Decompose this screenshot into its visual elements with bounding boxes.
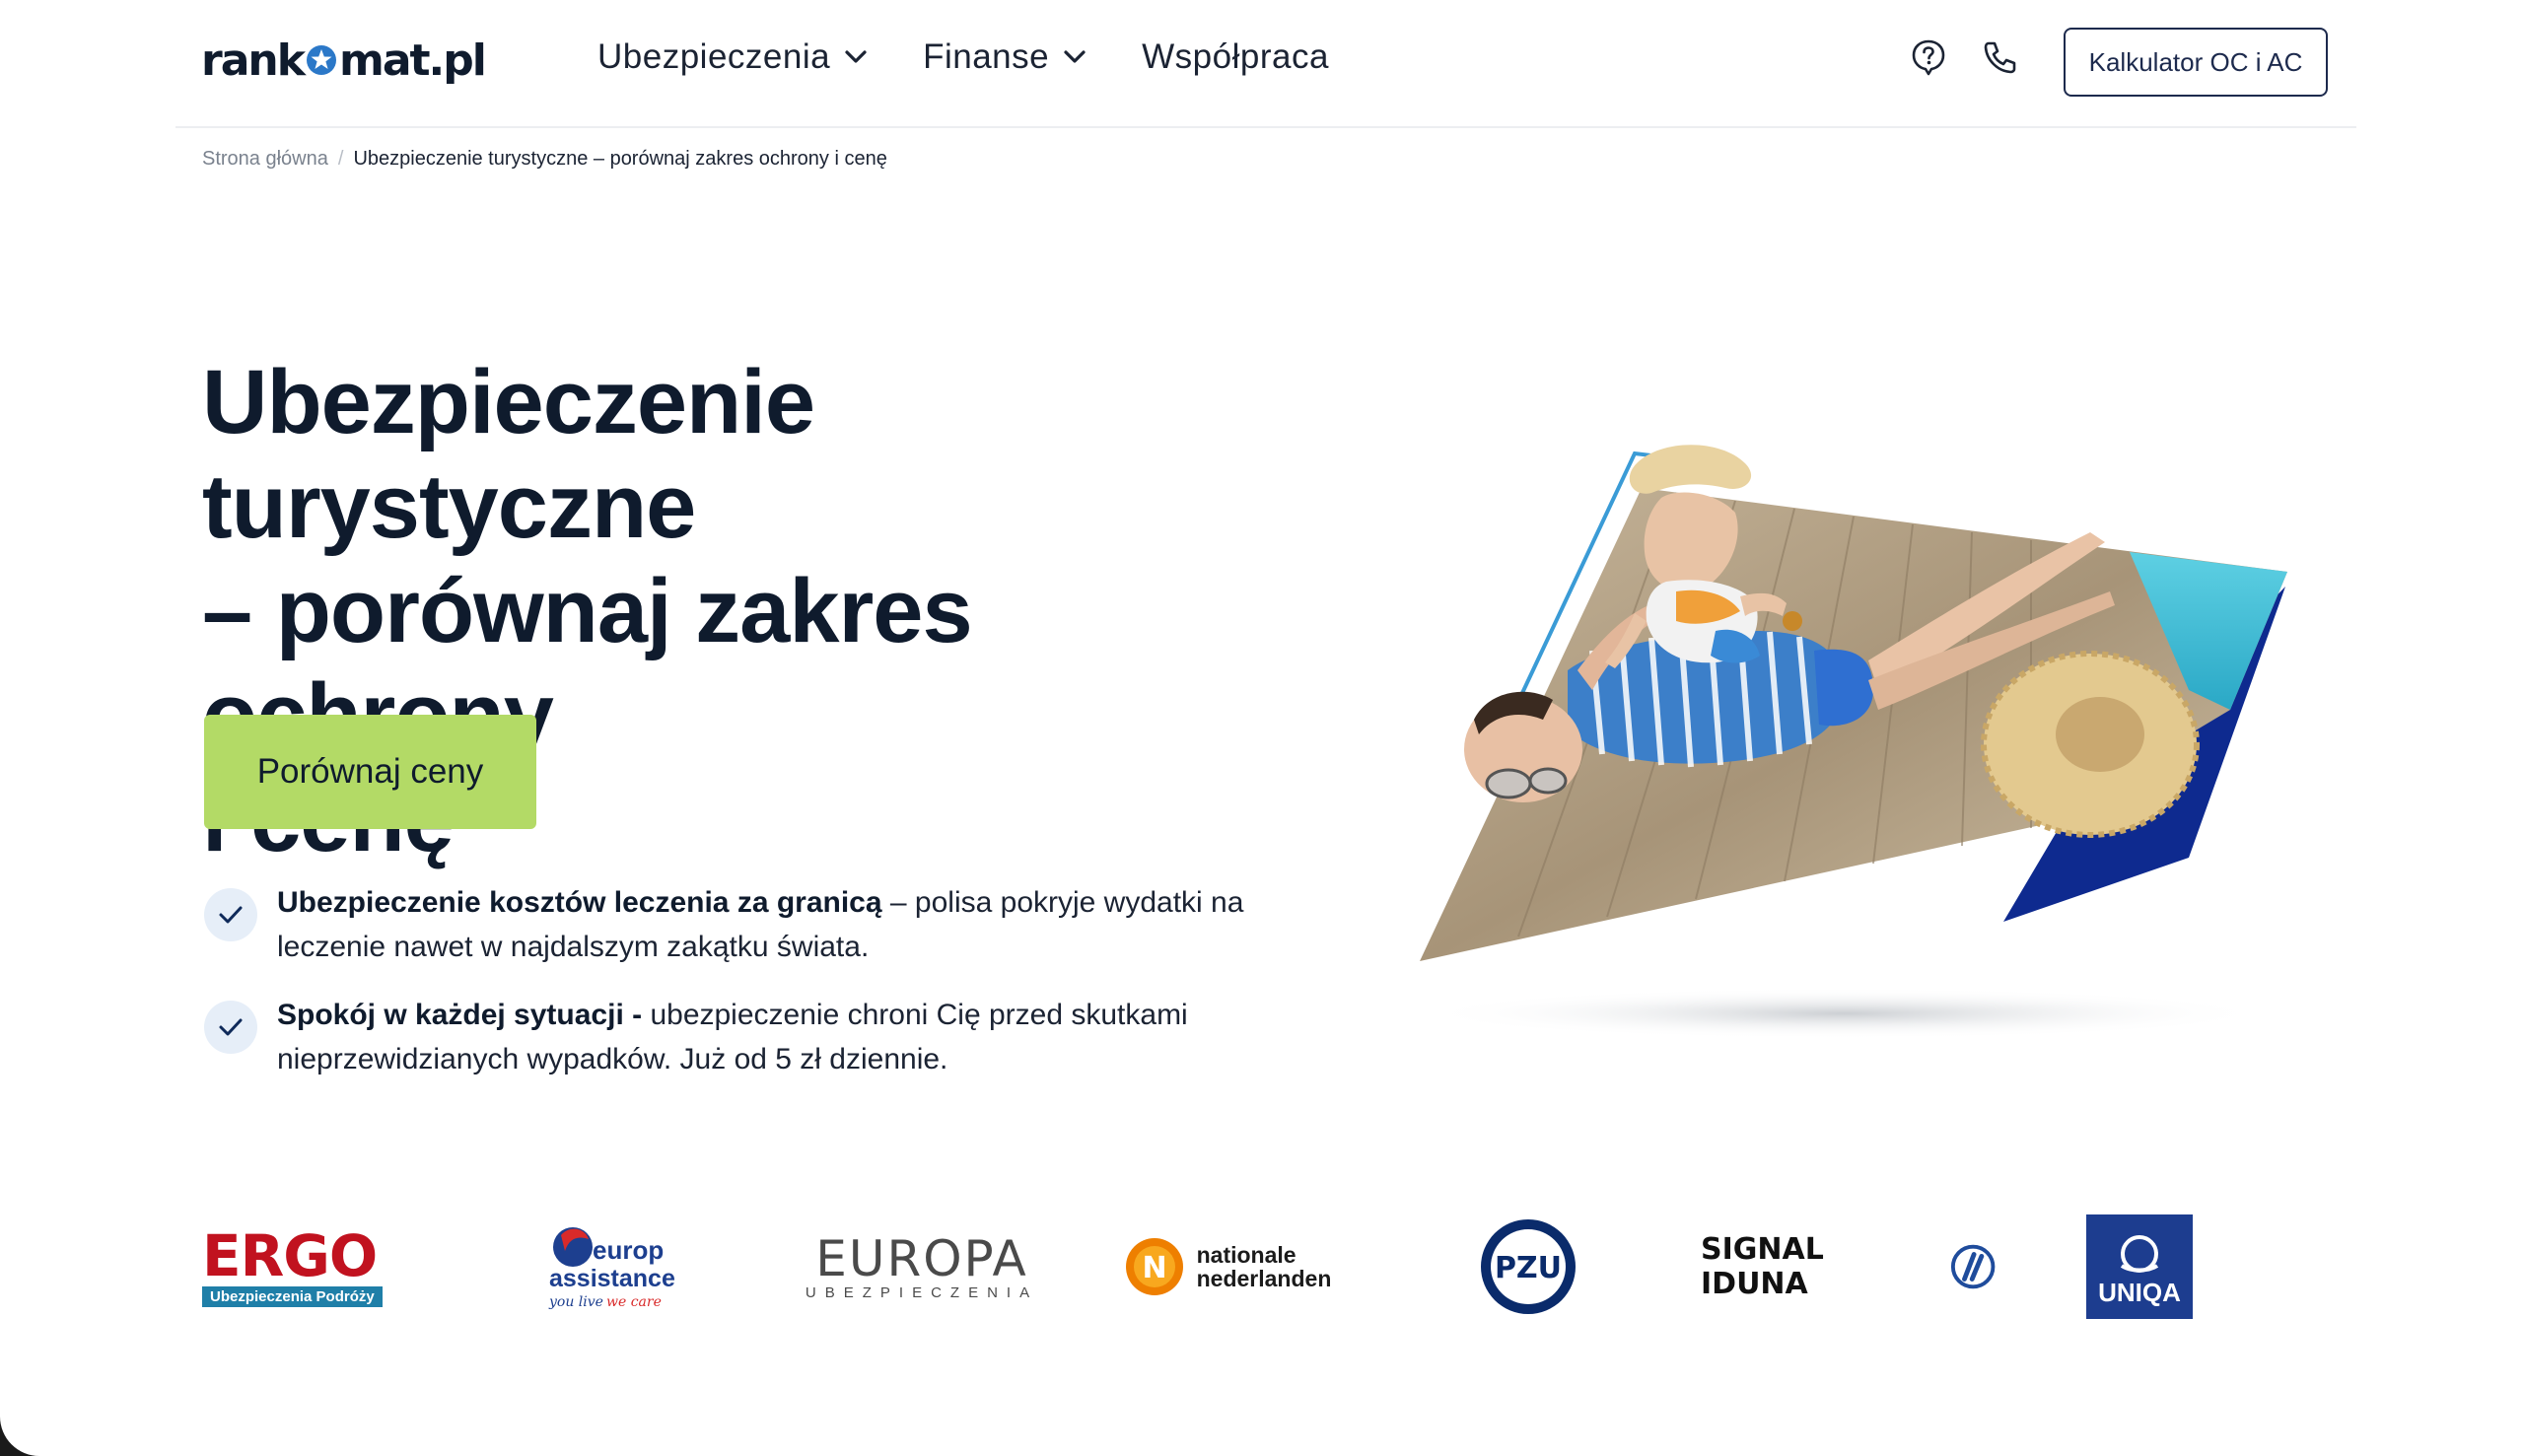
compare-prices-button[interactable]: Porównaj ceny xyxy=(204,715,536,829)
benefit-text: Spokój w każdej sytuacji - ubezpieczenie… xyxy=(277,993,1289,1081)
check-icon xyxy=(204,1001,257,1054)
check-icon xyxy=(204,888,257,941)
partners-logos: ERGO Ubezpieczenia Podróży europ assista… xyxy=(202,1208,2223,1326)
phone-icon[interactable] xyxy=(1980,37,2019,77)
benefit-item: Ubezpieczenie kosztów leczenia za granic… xyxy=(204,880,1289,969)
svg-text:N: N xyxy=(1142,1251,1166,1285)
nav-item-label: Ubezpieczenia xyxy=(597,37,831,76)
breadcrumb-home-link[interactable]: Strona główna xyxy=(202,148,328,171)
calculator-oc-ac-button[interactable]: Kalkulator OC i AC xyxy=(2064,28,2328,97)
nn-line2: nederlanden xyxy=(1196,1266,1332,1291)
help-question-icon[interactable] xyxy=(1909,37,1948,77)
benefit-bold: Ubezpieczenie kosztów leczenia za granic… xyxy=(277,886,882,919)
partner-nationale-nederlanden-logo: N nationale nederlanden xyxy=(1119,1208,1336,1326)
europa-sub: UBEZPIECZENIA xyxy=(805,1283,1039,1301)
benefit-text: Ubezpieczenie kosztów leczenia za granic… xyxy=(277,880,1289,969)
europa-name: EUROPA xyxy=(815,1229,1028,1287)
logo[interactable]: rank mat.pl xyxy=(201,35,487,86)
window-corner xyxy=(0,1417,39,1456)
chevron-down-icon xyxy=(1064,50,1086,63)
breadcrumb-current: Ubezpieczenie turystyczne – porównaj zak… xyxy=(353,148,887,170)
partner-pzu-logo: PZU xyxy=(1479,1208,1578,1326)
nn-line1: nationale xyxy=(1196,1242,1297,1268)
nav-item-ubezpieczenia[interactable]: Ubezpieczenia xyxy=(597,37,868,77)
nav-item-label: Finanse xyxy=(923,37,1050,76)
europ-line1: europ xyxy=(593,1235,664,1265)
nav-item-finanse[interactable]: Finanse xyxy=(923,37,1087,77)
ergo-name: ERGO xyxy=(202,1221,378,1289)
europ-tag2: we care xyxy=(606,1294,662,1310)
pzu-mark: PZU xyxy=(1481,1219,1576,1314)
benefits-list: Ubezpieczenie kosztów leczenia za granic… xyxy=(204,880,1289,1105)
logo-text-right: mat.pl xyxy=(338,35,487,86)
pzu-name: PZU xyxy=(1495,1251,1562,1285)
chevron-down-icon xyxy=(845,50,867,63)
nav-item-label: Współpraca xyxy=(1142,37,1329,76)
signal-name: SIGNAL IDUNA xyxy=(1701,1232,1824,1301)
partner-ergo-logo: ERGO Ubezpieczenia Podróży xyxy=(202,1208,409,1326)
logo-text-left: rank xyxy=(201,35,306,86)
europ-assistance-mark: europ assistance you live we care xyxy=(548,1227,675,1310)
uniqa-mark: UNIQA xyxy=(2086,1214,2193,1319)
benefit-bold: Spokój w każdej sytuacji - xyxy=(277,999,643,1031)
main-nav: Ubezpieczenia Finanse Współpraca xyxy=(597,37,1384,77)
ergo-sub: Ubezpieczenia Podróży xyxy=(202,1285,383,1307)
uniqa-name: UNIQA xyxy=(2098,1278,2181,1307)
europ-line2: assistance xyxy=(549,1265,675,1292)
title-line: Ubezpieczenie turystyczne xyxy=(202,352,815,557)
partner-europa-logo: EUROPA UBEZPIECZENIA xyxy=(806,1208,1030,1326)
logo-star-icon xyxy=(306,45,336,75)
breadcrumb-separator: / xyxy=(337,148,344,170)
benefit-item: Spokój w każdej sytuacji - ubezpieczenie… xyxy=(204,993,1289,1081)
partner-europ-assistance-logo: europ assistance you live we care xyxy=(547,1208,675,1326)
europ-tag1: you live xyxy=(548,1294,603,1310)
nav-item-wspolpraca[interactable]: Współpraca xyxy=(1142,37,1329,77)
nn-lion-icon: N xyxy=(1125,1238,1183,1295)
breadcrumb: Strona główna / Ubezpieczenie turystyczn… xyxy=(202,148,887,171)
site-header: rank mat.pl Ubezpieczenia Finanse Współp… xyxy=(175,0,2356,128)
hero-travel-photo xyxy=(1420,445,2287,1039)
partner-uniqa-logo: UNIQA xyxy=(2085,1208,2194,1326)
signal-iduna-icon xyxy=(1950,1244,1996,1289)
nn-text: nationale nederlanden xyxy=(1197,1243,1332,1290)
partner-signal-iduna-logo: SIGNAL IDUNA xyxy=(1701,1208,1997,1326)
header-icons xyxy=(1909,37,2019,77)
